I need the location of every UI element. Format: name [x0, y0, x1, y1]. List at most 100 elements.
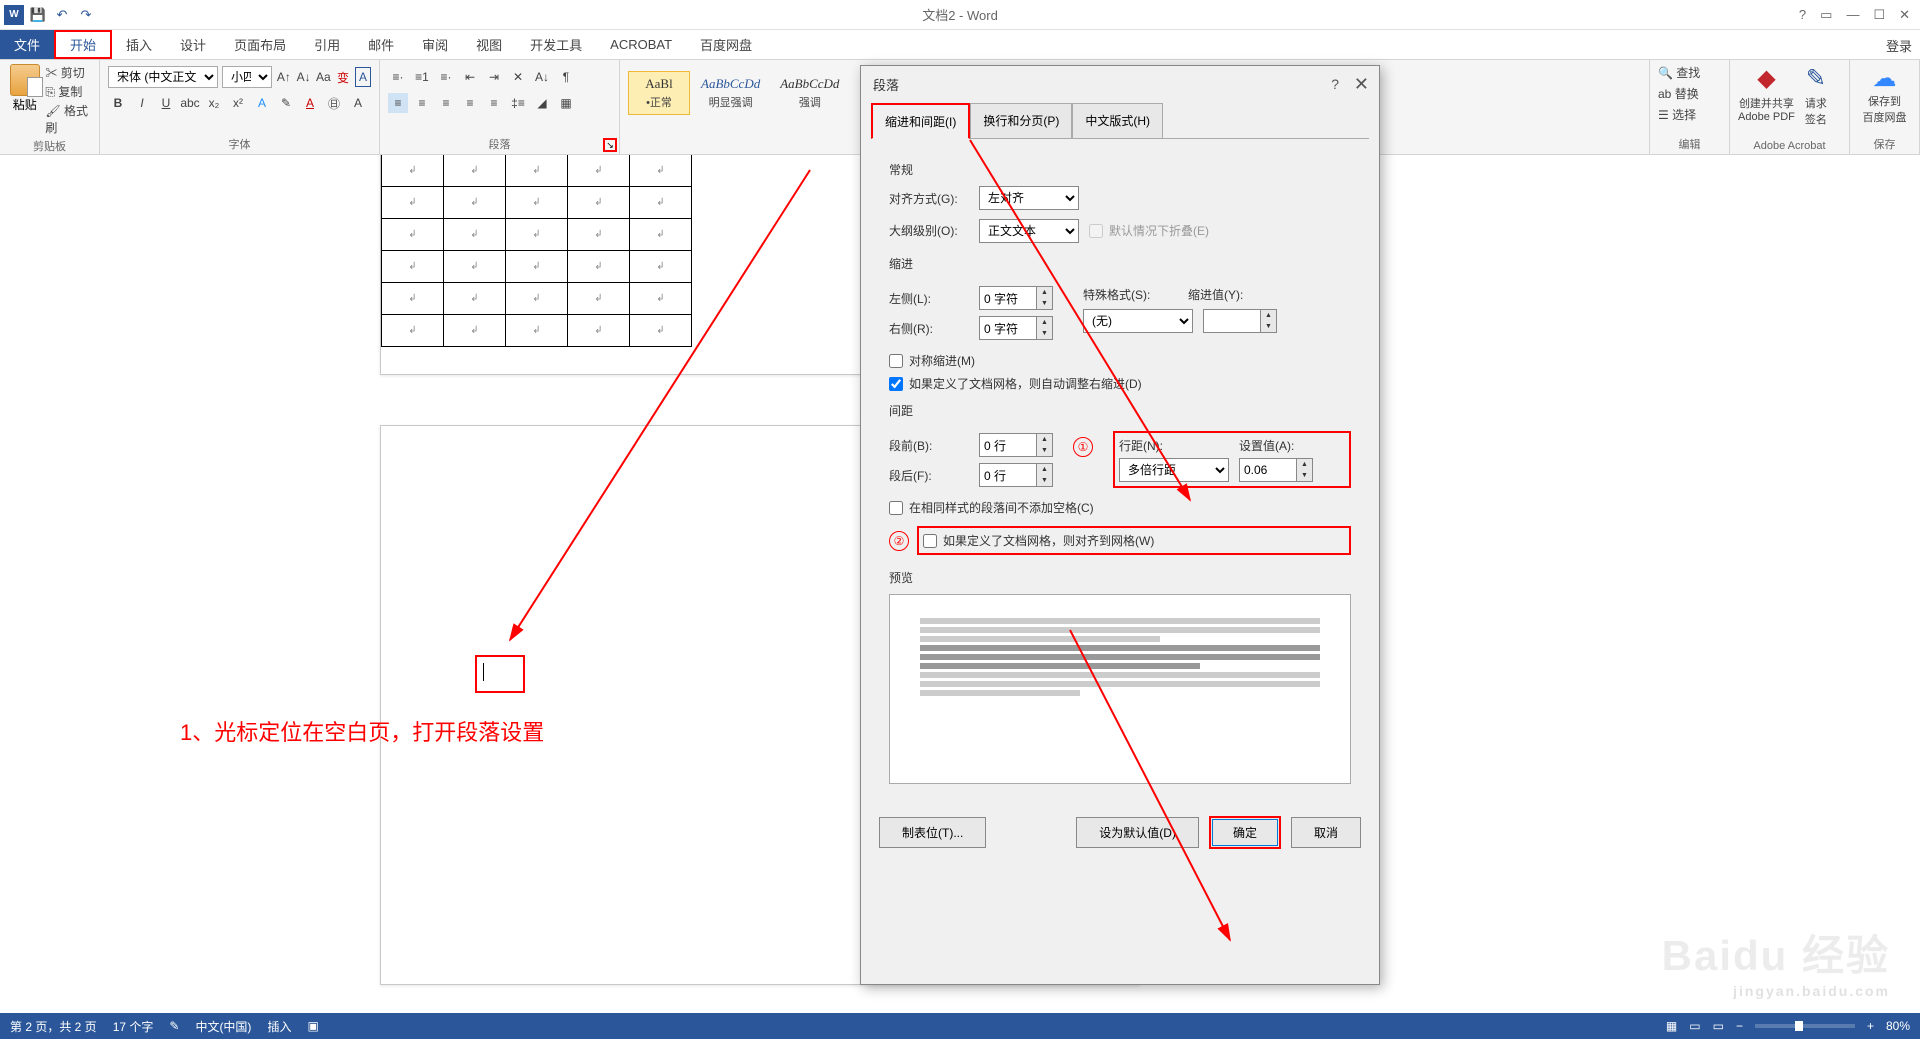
tab-baidu[interactable]: 百度网盘 — [686, 30, 766, 59]
zoom-slider[interactable] — [1755, 1024, 1855, 1028]
tab-line-page-breaks[interactable]: 换行和分页(P) — [970, 103, 1072, 139]
tab-acrobat[interactable]: ACROBAT — [596, 30, 686, 59]
tab-asian-typography[interactable]: 中文版式(H) — [1072, 103, 1163, 139]
insert-mode[interactable]: 插入 — [267, 1018, 291, 1035]
bold-icon[interactable]: B — [108, 93, 128, 113]
default-button[interactable]: 设为默认值(D) — [1076, 817, 1199, 848]
grow-font-icon[interactable]: A↑ — [276, 67, 292, 87]
justify-icon[interactable]: ≡ — [460, 93, 480, 113]
sort-icon[interactable]: A↓ — [532, 67, 552, 87]
text-effect-icon[interactable]: A — [252, 93, 272, 113]
align-right-icon[interactable]: ≡ — [436, 93, 456, 113]
increase-indent-icon[interactable]: ⇥ — [484, 67, 504, 87]
left-indent-spinner[interactable]: ▲▼ — [979, 286, 1053, 310]
print-layout-icon[interactable]: ▦ — [1666, 1019, 1677, 1033]
page-status[interactable]: 第 2 页，共 2 页 — [10, 1018, 97, 1035]
italic-icon[interactable]: I — [132, 93, 152, 113]
tab-file[interactable]: 文件 — [0, 30, 54, 59]
enclose-icon[interactable]: ㊐ — [324, 93, 344, 113]
save-baidu-button[interactable]: ☁ 保存到 百度网盘 — [1858, 64, 1911, 125]
distribute-icon[interactable]: ≡ — [484, 93, 504, 113]
dialog-help-icon[interactable]: ? — [1331, 76, 1339, 92]
tab-view[interactable]: 视图 — [462, 30, 516, 59]
font-color-icon[interactable]: A — [300, 93, 320, 113]
create-pdf-button[interactable]: ◆ 创建并共享 Adobe PDF — [1738, 64, 1795, 127]
font-size-select[interactable]: 小四 — [222, 66, 272, 88]
change-case-icon[interactable]: Aa — [315, 67, 331, 87]
shading-icon[interactable]: ◢ — [532, 93, 552, 113]
cut-button[interactable]: ✂ 剪切 — [45, 64, 91, 81]
font-name-select[interactable]: 宋体 (中文正文 — [108, 66, 218, 88]
outline-select[interactable]: 正文文本 — [979, 219, 1079, 243]
paragraph-launcher-icon[interactable]: ↘ — [603, 138, 617, 152]
tab-design[interactable]: 设计 — [166, 30, 220, 59]
autogrid-checkbox[interactable] — [889, 377, 903, 391]
after-spinner[interactable]: ▲▼ — [979, 463, 1053, 487]
replace-button[interactable]: ab 替换 — [1658, 85, 1721, 102]
noadd-checkbox[interactable] — [889, 501, 903, 515]
tab-indent-spacing[interactable]: 缩进和间距(I) — [871, 103, 970, 139]
tabs-button[interactable]: 制表位(T)... — [879, 817, 986, 848]
style-strong[interactable]: AaBbCcDd 强调 — [771, 71, 848, 115]
line-spacing-icon[interactable]: ‡≡ — [508, 93, 528, 113]
strike-icon[interactable]: abc — [180, 93, 200, 113]
macro-icon[interactable]: ▣ — [307, 1019, 318, 1033]
login-link[interactable]: 登录 — [1886, 36, 1912, 55]
maximize-icon[interactable]: ☐ — [1873, 7, 1885, 23]
undo-icon[interactable]: ↶ — [52, 5, 72, 25]
ribbon-toggle-icon[interactable]: ▭ — [1820, 7, 1832, 23]
format-painter-button[interactable]: 🖌 格式刷 — [45, 102, 91, 136]
show-marks-icon[interactable]: ¶ — [556, 67, 576, 87]
at-spinner[interactable]: ▲▼ — [1239, 458, 1313, 482]
minimize-icon[interactable]: — — [1846, 7, 1859, 22]
copy-button[interactable]: ⎘ 复制 — [45, 83, 91, 100]
phonetic-icon[interactable]: 变 — [335, 67, 351, 87]
special-select[interactable]: (无) — [1083, 309, 1193, 333]
subscript-icon[interactable]: x₂ — [204, 93, 224, 113]
zoom-in-icon[interactable]: + — [1867, 1019, 1874, 1033]
select-button[interactable]: ☰ 选择 — [1658, 106, 1721, 123]
tab-developer[interactable]: 开发工具 — [516, 30, 596, 59]
ok-button[interactable]: 确定 — [1209, 816, 1281, 849]
char-shading-icon[interactable]: A — [348, 93, 368, 113]
zoom-level[interactable]: 80% — [1886, 1019, 1910, 1033]
doc-table[interactable]: ↲↲↲↲↲ ↲↲↲↲↲ ↲↲↲↲↲ ↲↲↲↲↲ ↲↲↲↲↲ ↲↲↲↲↲ — [381, 155, 692, 347]
tab-home[interactable]: 开始 — [54, 30, 112, 59]
find-button[interactable]: 🔍 查找 — [1658, 64, 1721, 81]
close-icon[interactable]: ✕ — [1899, 7, 1910, 23]
decrease-indent-icon[interactable]: ⇤ — [460, 67, 480, 87]
tab-references[interactable]: 引用 — [300, 30, 354, 59]
numbering-icon[interactable]: ≡1 — [412, 67, 432, 87]
tab-insert[interactable]: 插入 — [112, 30, 166, 59]
char-border-icon[interactable]: A — [355, 67, 371, 87]
snapgrid-checkbox[interactable] — [923, 534, 937, 548]
bullets-icon[interactable]: ≡· — [388, 67, 408, 87]
zoom-out-icon[interactable]: − — [1736, 1019, 1743, 1033]
underline-icon[interactable]: U — [156, 93, 176, 113]
right-indent-spinner[interactable]: ▲▼ — [979, 316, 1053, 340]
shrink-font-icon[interactable]: A↓ — [296, 67, 312, 87]
tab-review[interactable]: 审阅 — [408, 30, 462, 59]
language-status[interactable]: 中文(中国) — [195, 1018, 251, 1035]
paste-button[interactable]: 粘贴 — [8, 64, 41, 136]
cancel-button[interactable]: 取消 — [1291, 817, 1361, 848]
mirror-checkbox[interactable] — [889, 354, 903, 368]
read-mode-icon[interactable]: ▭ — [1689, 1019, 1700, 1033]
highlight-icon[interactable]: ✎ — [276, 93, 296, 113]
style-emphasis[interactable]: AaBbCcDd 明显强调 — [692, 71, 769, 115]
by-spinner[interactable]: ▲▼ — [1203, 309, 1277, 333]
web-layout-icon[interactable]: ▭ — [1713, 1019, 1724, 1033]
spellcheck-icon[interactable]: ✎ — [169, 1019, 179, 1033]
save-icon[interactable]: 💾 — [28, 5, 48, 25]
borders-icon[interactable]: ▦ — [556, 93, 576, 113]
tab-layout[interactable]: 页面布局 — [220, 30, 300, 59]
dialog-close-icon[interactable]: ✕ — [1354, 74, 1369, 95]
word-count[interactable]: 17 个字 — [113, 1018, 154, 1035]
alignment-select[interactable]: 左对齐 — [979, 186, 1079, 210]
redo-icon[interactable]: ↷ — [76, 5, 96, 25]
before-spinner[interactable]: ▲▼ — [979, 433, 1053, 457]
align-left-icon[interactable]: ≡ — [388, 93, 408, 113]
line-spacing-select[interactable]: 多倍行距 — [1119, 458, 1229, 482]
help-icon[interactable]: ? — [1799, 7, 1806, 22]
align-center-icon[interactable]: ≡ — [412, 93, 432, 113]
